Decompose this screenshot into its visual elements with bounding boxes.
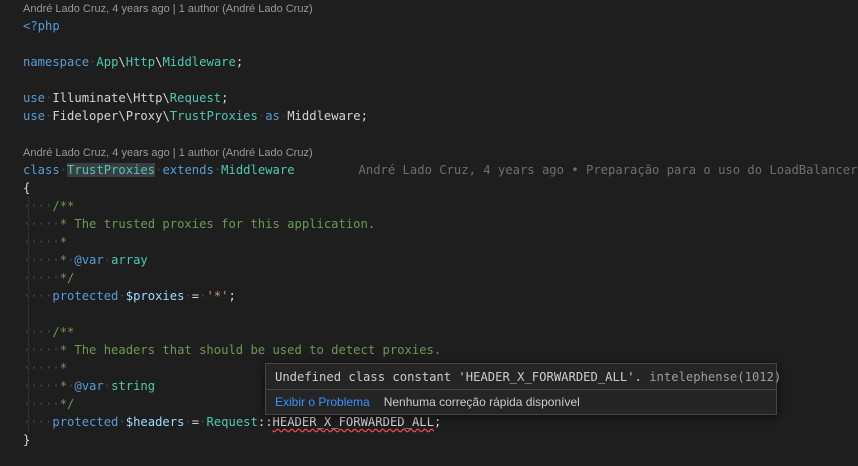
code-line-use-trustproxies[interactable]: use·Fideloper\Proxy\TrustProxies·as·Midd… bbox=[0, 107, 858, 125]
proxies-variable: $proxies bbox=[125, 289, 185, 303]
doc-comment: */ bbox=[59, 271, 75, 285]
open-brace: { bbox=[23, 181, 31, 195]
doc-comment: /** bbox=[52, 325, 75, 339]
doc-var-type: string bbox=[111, 379, 156, 393]
code-line-doc1-var[interactable]: ·····*·@var·array bbox=[0, 251, 858, 269]
code-line-doc1-start[interactable]: ····/** bbox=[0, 197, 858, 215]
doc-comment: * The trusted proxies for this applicati… bbox=[59, 217, 376, 231]
doc-var-tag: @var bbox=[74, 379, 104, 393]
hover-source: intelephense(1012) bbox=[649, 370, 782, 384]
code-line-namespace[interactable]: namespace·App\Http\Middleware; bbox=[0, 53, 858, 71]
namespace-segment: Http bbox=[125, 55, 156, 69]
class-name: TrustProxies bbox=[67, 163, 156, 177]
class-keyword: class bbox=[23, 163, 60, 177]
doc-var-type: array bbox=[111, 253, 148, 267]
code-line-use-request[interactable]: use·Illuminate\Http\Request; bbox=[0, 89, 858, 107]
view-problem-link[interactable]: Exibir o Problema bbox=[275, 395, 370, 409]
code-line-proxies[interactable]: ····protected·$proxies·=·'*'; bbox=[0, 287, 858, 305]
doc-comment: /** bbox=[52, 199, 75, 213]
use-class-trustproxies: TrustProxies bbox=[169, 109, 258, 123]
codelens-class-text[interactable]: André Lado Cruz, 4 years ago | 1 author … bbox=[23, 147, 313, 159]
codelens-author-class[interactable]: André Lado Cruz, 4 years ago | 1 author … bbox=[0, 144, 858, 162]
namespace-segment: Middleware bbox=[162, 55, 236, 69]
hover-message-text: Undefined class constant 'HEADER_X_FORWA… bbox=[275, 370, 642, 384]
use-segment: Http bbox=[133, 91, 163, 105]
code-line-doc1-end[interactable]: ·····*/ bbox=[0, 269, 858, 287]
protected-keyword: protected bbox=[52, 289, 119, 303]
request-class-ref: Request bbox=[206, 415, 258, 429]
close-brace: } bbox=[23, 433, 31, 447]
hover-message: Undefined class constant 'HEADER_X_FORWA… bbox=[266, 364, 781, 390]
doc-comment: */ bbox=[59, 397, 75, 411]
extends-keyword: extends bbox=[162, 163, 214, 177]
parent-class: Middleware bbox=[221, 163, 295, 177]
doc-comment: * bbox=[59, 361, 68, 375]
php-open-tag: <?php bbox=[23, 19, 60, 33]
code-line-doc2-start[interactable]: ····/** bbox=[0, 323, 858, 341]
code-line-open-brace[interactable]: { bbox=[0, 179, 858, 197]
namespace-keyword: namespace bbox=[23, 55, 90, 69]
error-hover-widget: Undefined class constant 'HEADER_X_FORWA… bbox=[265, 363, 781, 415]
code-line-doc2-description[interactable]: ·····* The headers that should be used t… bbox=[0, 341, 858, 359]
use-segment: Illuminate bbox=[52, 91, 126, 105]
hover-status-bar: Exibir o Problema Nenhuma correção rápida… bbox=[266, 389, 776, 414]
headers-variable: $headers bbox=[125, 415, 185, 429]
doc-comment: * bbox=[59, 235, 68, 249]
git-blame-inline: André Lado Cruz, 4 years ago • Preparaçã… bbox=[358, 163, 858, 177]
alias-name: Middleware bbox=[287, 109, 361, 123]
protected-keyword: protected bbox=[52, 415, 119, 429]
codelens-author-top[interactable]: André Lado Cruz, 4 years ago | 1 author … bbox=[0, 0, 858, 18]
proxies-value: '*' bbox=[206, 289, 229, 303]
doc-comment: * bbox=[59, 253, 68, 267]
doc-comment: * The headers that should be used to det… bbox=[59, 343, 442, 357]
doc-comment: * bbox=[59, 379, 68, 393]
use-keyword: use bbox=[23, 109, 46, 123]
namespace-segment: App bbox=[96, 55, 119, 69]
code-line-headers[interactable]: ····protected·$headers·=·Request::HEADER… bbox=[0, 413, 858, 431]
use-keyword: use bbox=[23, 91, 46, 105]
use-segment: Fideloper bbox=[52, 109, 119, 123]
code-line-doc1-blank[interactable]: ·····* bbox=[0, 233, 858, 251]
code-line-class-declaration[interactable]: class·TrustProxies·extends·Middleware And… bbox=[0, 161, 858, 179]
doc-var-tag: @var bbox=[74, 253, 104, 267]
undefined-constant-error[interactable]: HEADER_X_FORWARDED_ALL bbox=[273, 415, 434, 429]
as-keyword: as bbox=[265, 109, 280, 123]
code-line-close-brace[interactable]: } bbox=[0, 431, 858, 449]
code-line-php-open[interactable]: <?php bbox=[0, 17, 858, 35]
use-segment: Proxy bbox=[125, 109, 163, 123]
no-quick-fix-text: Nenhuma correção rápida disponível bbox=[383, 395, 580, 409]
code-line-doc1-description[interactable]: ·····* The trusted proxies for this appl… bbox=[0, 215, 858, 233]
use-class-request: Request bbox=[169, 91, 222, 105]
codelens-top-text[interactable]: André Lado Cruz, 4 years ago | 1 author … bbox=[23, 3, 313, 15]
